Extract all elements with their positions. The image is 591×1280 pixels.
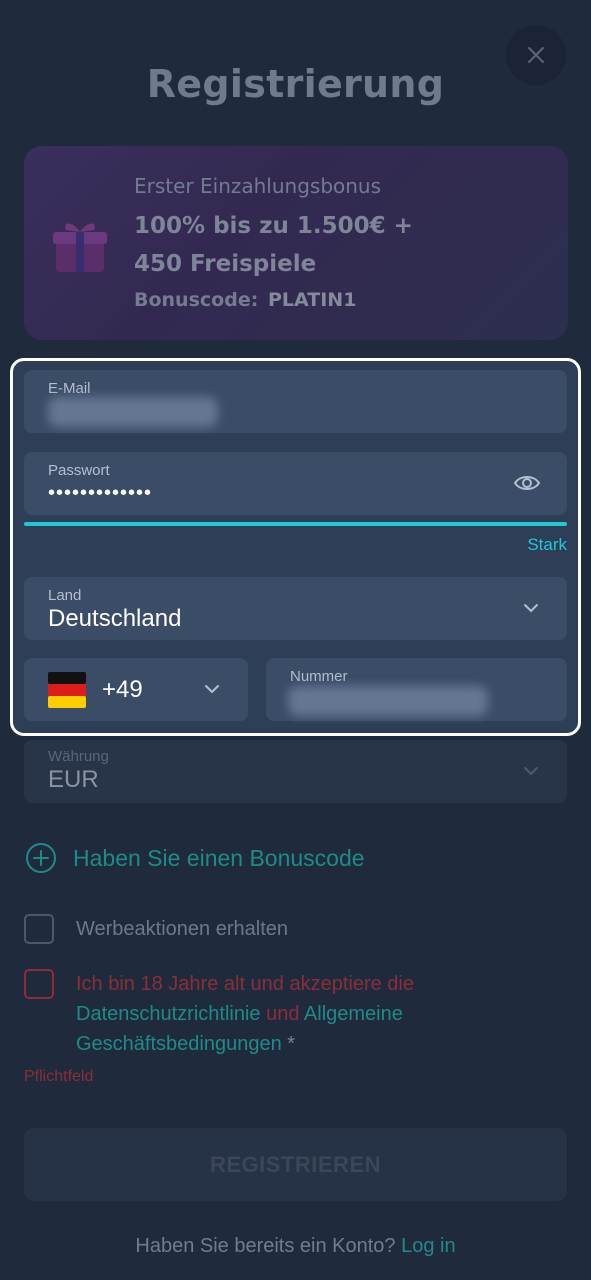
- phone-number-redacted: [288, 686, 488, 716]
- promotions-checkbox[interactable]: [24, 914, 54, 944]
- password-strength-label: Stark: [527, 535, 567, 554]
- plus-circle-icon: [26, 843, 56, 873]
- phone-number-field[interactable]: Nummer: [266, 658, 567, 721]
- chevron-down-icon: [524, 604, 538, 613]
- password-label: Passwort: [48, 462, 110, 479]
- bonus-code-toggle-label: Haben Sie einen Bonuscode: [73, 844, 365, 871]
- currency-label: Währung: [48, 748, 109, 765]
- password-value: •••••••••••••: [48, 482, 153, 504]
- email-value-redacted: [48, 397, 218, 427]
- page-title: Registrierung: [146, 62, 445, 106]
- required-field-note: Pflichtfeld: [24, 1068, 94, 1085]
- chevron-down-icon: [524, 767, 538, 776]
- terms-checkbox[interactable]: [24, 969, 54, 999]
- country-label: Land: [48, 587, 82, 604]
- germany-flag-icon: [48, 672, 86, 708]
- email-label: E-Mail: [48, 380, 91, 397]
- chevron-down-icon: [205, 685, 219, 694]
- terms-text-part1: Ich bin 18 Jahre alt und akzeptiere die: [76, 973, 414, 995]
- currency-value: EUR: [48, 766, 99, 793]
- bonus-code-toggle[interactable]: Haben Sie einen Bonuscode: [25, 842, 365, 874]
- password-strength-bar: [24, 522, 567, 526]
- phone-prefix-value: +49: [102, 676, 143, 703]
- bonus-code-value: PLATIN1: [268, 289, 357, 311]
- eye-icon[interactable]: [513, 472, 541, 494]
- password-field[interactable]: Passwort •••••••••••••: [24, 452, 567, 515]
- login-prompt: Haben Sie bereits ein Konto? Log in: [0, 1235, 591, 1258]
- phone-number-label: Nummer: [290, 668, 348, 685]
- bonus-code-label: Bonuscode:: [134, 289, 259, 311]
- promotions-label: Werbeaktionen erhalten: [76, 918, 288, 940]
- currency-select[interactable]: Währung EUR: [24, 740, 567, 803]
- privacy-policy-link[interactable]: Datenschutzrichtlinie: [76, 1003, 261, 1025]
- gift-icon: [53, 223, 107, 272]
- email-field[interactable]: E-Mail: [24, 370, 567, 433]
- required-star: *: [287, 1033, 296, 1055]
- login-link[interactable]: Log in: [401, 1235, 456, 1257]
- login-prompt-text: Haben Sie bereits ein Konto?: [135, 1235, 396, 1257]
- bonus-offer: 100% bis zu 1.500€ + 450 Freispiele: [134, 213, 413, 277]
- country-value: Deutschland: [48, 605, 182, 632]
- phone-prefix-select[interactable]: +49: [24, 658, 248, 721]
- terms-text: Ich bin 18 Jahre alt und akzeptiere die …: [76, 969, 476, 1059]
- country-select[interactable]: Land Deutschland: [24, 577, 567, 640]
- register-button[interactable]: REGISTRIEREN: [24, 1128, 567, 1201]
- terms-text-part2: und: [266, 1003, 300, 1025]
- bonus-title: Erster Einzahlungsbonus: [134, 174, 382, 198]
